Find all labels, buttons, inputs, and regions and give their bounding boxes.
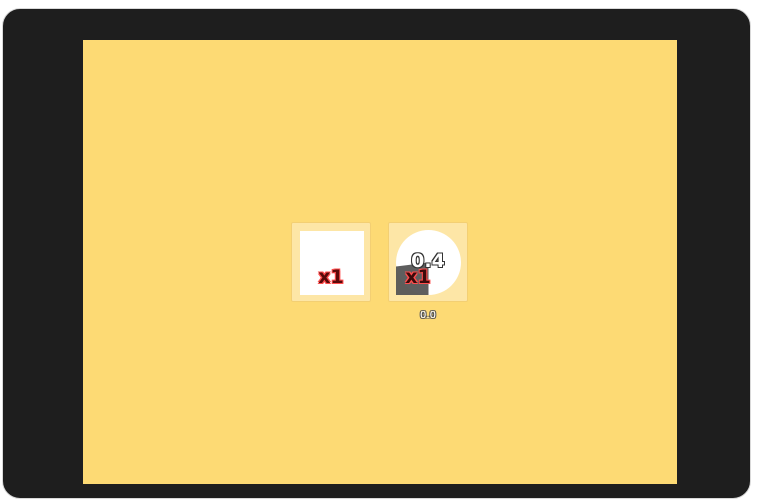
item-count-label: x1: [318, 266, 344, 288]
device-frame: x1 x1 0.4 0.0: [2, 8, 751, 499]
inventory-slot-2[interactable]: x1 0.4: [388, 222, 468, 302]
slot-caption: 0.0: [420, 310, 436, 321]
cooldown-timer-label: 0.4: [411, 250, 445, 272]
game-screen: x1 x1 0.4 0.0: [83, 40, 677, 484]
inventory-slot-1[interactable]: x1: [291, 222, 371, 302]
